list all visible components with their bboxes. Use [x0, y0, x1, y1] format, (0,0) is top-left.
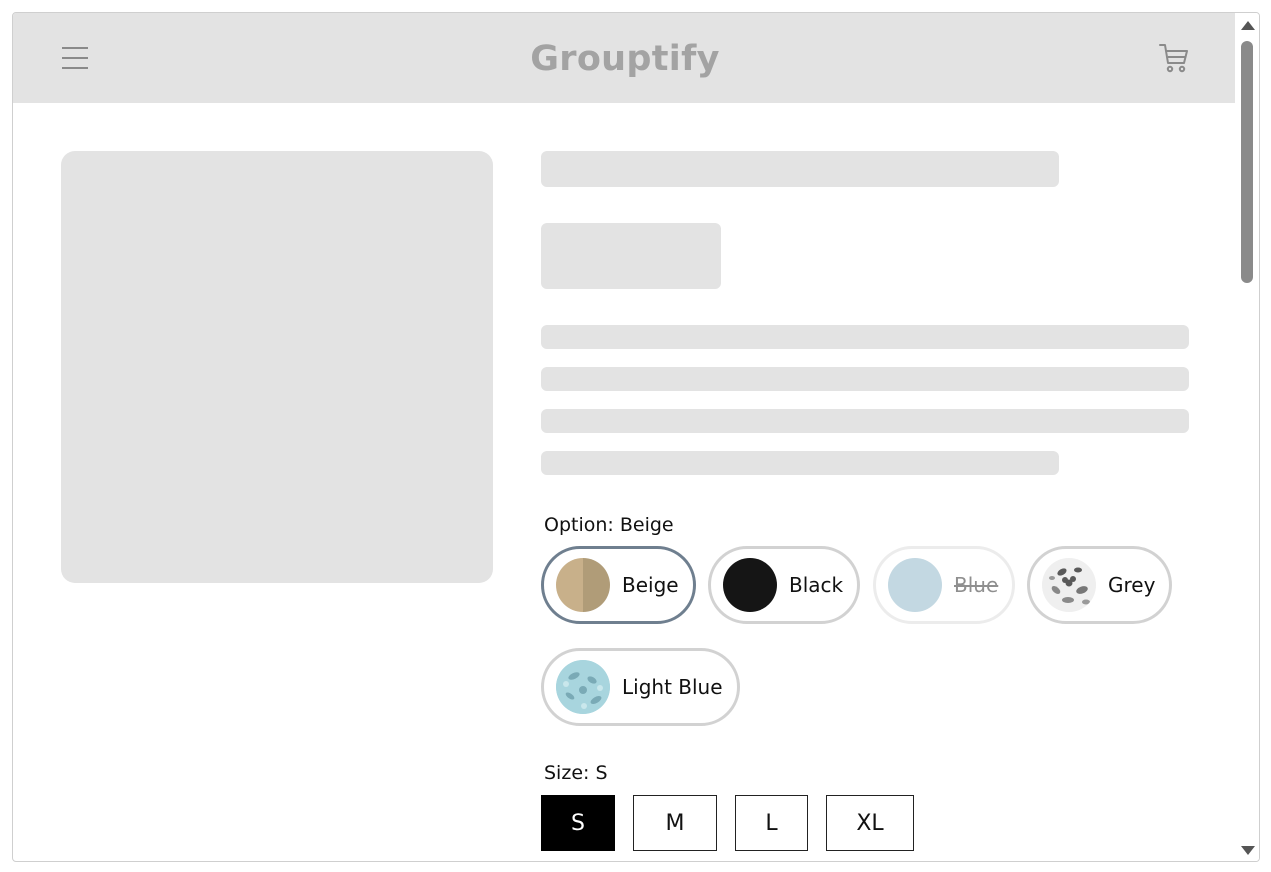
option-name: Beige — [622, 573, 679, 597]
scroll-down-arrow-icon[interactable] — [1241, 846, 1255, 855]
beige-swatch-icon — [556, 558, 610, 612]
description-line-placeholder — [541, 451, 1059, 475]
size-label: Size: S — [544, 762, 608, 784]
size-button-m[interactable]: M — [633, 795, 717, 851]
scroll-up-arrow-icon[interactable] — [1241, 21, 1255, 30]
brand-logo[interactable]: Grouptify — [13, 39, 1237, 79]
size-button-l[interactable]: L — [735, 795, 808, 851]
option-name: Grey — [1108, 573, 1156, 597]
product-title-placeholder — [541, 151, 1059, 187]
option-name: Light Blue — [622, 675, 723, 699]
scroll-thumb[interactable] — [1241, 41, 1253, 283]
option-grey[interactable]: Grey — [1027, 546, 1173, 624]
browser-viewport: Grouptify Option: Beige Beige Black Blue… — [12, 12, 1260, 862]
blue-swatch-icon — [888, 558, 942, 612]
option-beige[interactable]: Beige — [541, 546, 696, 624]
shopping-cart-icon[interactable] — [1157, 41, 1191, 75]
description-line-placeholder — [541, 325, 1189, 349]
site-header: Grouptify — [13, 13, 1237, 103]
option-black[interactable]: Black — [708, 546, 861, 624]
black-swatch-icon — [723, 558, 777, 612]
description-line-placeholder — [541, 367, 1189, 391]
option-name: Black — [789, 573, 844, 597]
option-label: Option: Beige — [544, 514, 674, 536]
vertical-scrollbar[interactable] — [1235, 13, 1259, 861]
product-image-placeholder — [61, 151, 493, 583]
grey-floral-swatch-icon — [1042, 558, 1096, 612]
option-light-blue[interactable]: Light Blue — [541, 648, 740, 726]
option-name: Blue — [954, 573, 999, 597]
option-blue[interactable]: Blue — [873, 546, 1016, 624]
size-button-xl[interactable]: XL — [826, 795, 914, 851]
description-line-placeholder — [541, 409, 1189, 433]
size-button-s[interactable]: S — [541, 795, 615, 851]
light-blue-floral-swatch-icon — [556, 660, 610, 714]
product-price-placeholder — [541, 223, 721, 289]
